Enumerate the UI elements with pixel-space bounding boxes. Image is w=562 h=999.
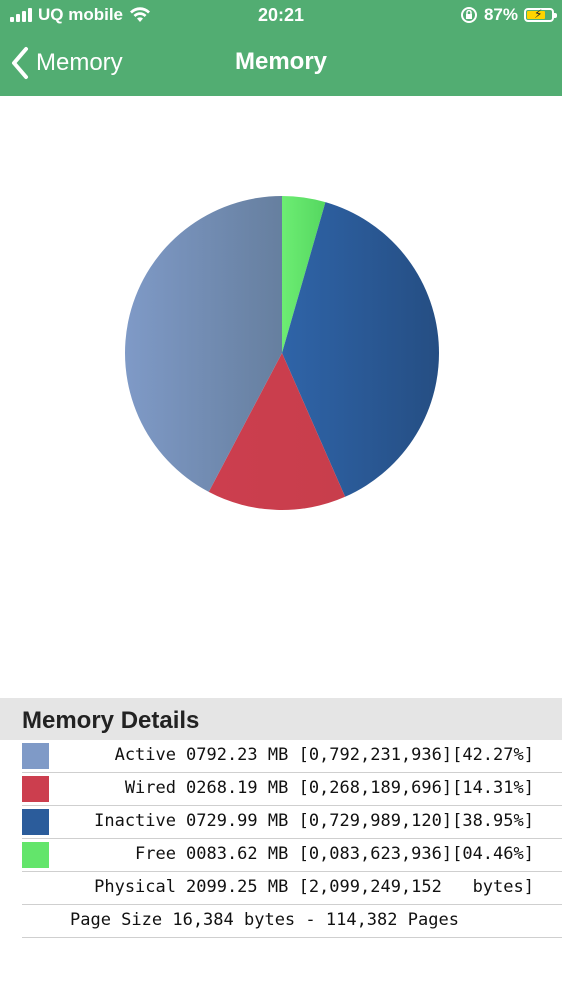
detail-row-page-size: Page Size 16,384 bytes - 114,382 Pages xyxy=(22,905,562,938)
detail-value: 2099.25 MB [2,099,249,152 bytes] xyxy=(186,877,534,897)
detail-row-physical: Physical 2099.25 MB [2,099,249,152 bytes… xyxy=(22,872,562,905)
detail-value: 0083.62 MB [0,083,623,936][04.46%] xyxy=(186,844,534,864)
free-color-swatch xyxy=(22,842,49,868)
detail-value: 0729.99 MB [0,729,989,120][38.95%] xyxy=(186,811,534,831)
pie-chart-svg xyxy=(124,196,440,511)
battery-charging-icon: ⚡ xyxy=(524,7,557,22)
detail-value: 0268.19 MB [0,268,189,696][14.31%] xyxy=(186,778,534,798)
section-heading: Memory Details xyxy=(0,698,562,740)
detail-row-inactive: Inactive 0729.99 MB [0,729,989,120][38.9… xyxy=(22,806,562,839)
memory-pie-chart xyxy=(0,96,562,698)
detail-label: Active xyxy=(114,745,176,765)
detail-label: Inactive xyxy=(94,811,176,831)
memory-details-section: Memory Details Active 0792.23 MB [0,792,… xyxy=(0,698,562,938)
navigation-bar: Memory Memory xyxy=(0,40,562,90)
page-size-text: Page Size 16,384 bytes - 114,382 Pages xyxy=(70,910,459,930)
status-right: 87% ⚡ xyxy=(460,5,557,25)
wired-color-swatch xyxy=(22,776,49,802)
inactive-color-swatch xyxy=(22,809,49,835)
detail-row-wired: Wired 0268.19 MB [0,268,189,696][14.31%] xyxy=(22,773,562,806)
detail-label: Wired xyxy=(124,778,176,798)
page-title: Memory xyxy=(234,48,328,75)
detail-label: Physical xyxy=(94,877,176,897)
detail-value: 0792.23 MB [0,792,231,936][42.27%] xyxy=(186,745,534,765)
detail-row-free: Free 0083.62 MB [0,083,623,936][04.46%] xyxy=(22,839,562,872)
active-color-swatch xyxy=(22,743,49,769)
details-list: Active 0792.23 MB [0,792,231,936][42.27%… xyxy=(22,740,562,938)
status-bar: UQ mobile 20:21 87% ⚡ xyxy=(0,0,562,32)
top-bar: UQ mobile 20:21 87% ⚡ Memory Memory xyxy=(0,0,562,96)
detail-row-active: Active 0792.23 MB [0,792,231,936][42.27%… xyxy=(22,740,562,773)
detail-label: Free xyxy=(135,844,176,864)
rotation-lock-icon xyxy=(460,7,477,23)
battery-percent: 87% xyxy=(483,5,518,24)
